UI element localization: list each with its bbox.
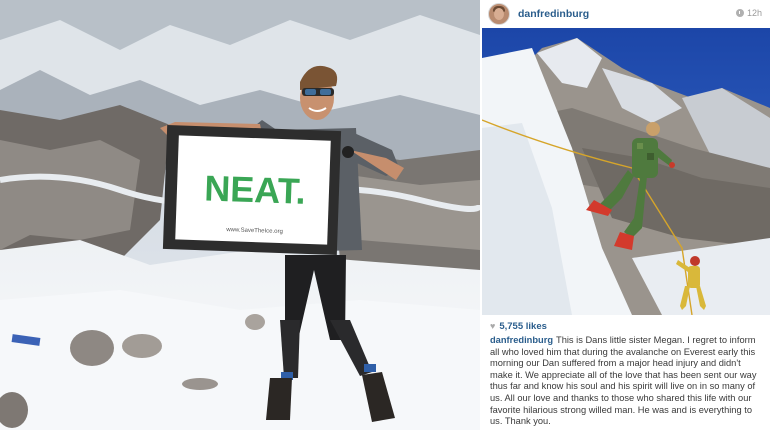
heart-icon[interactable]: ♥ (490, 321, 495, 331)
mountain-scene: NEAT. www.SaveTheIce.org (0, 0, 480, 430)
climbers-scene (482, 28, 770, 315)
caption-username[interactable]: danfredinburg (490, 335, 553, 345)
caption: danfredinburg This is Dans little sister … (490, 335, 762, 428)
flag-text: NEAT. (204, 167, 307, 212)
clock-icon (735, 9, 744, 17)
likes-count[interactable]: 5,755 likes (499, 321, 547, 332)
post-time-text: 12h (746, 8, 762, 18)
avatar[interactable] (488, 3, 510, 25)
post-header: danfredinburg 12h (482, 0, 770, 28)
caption-text: This is Dans little sister Megan. I regr… (490, 335, 757, 427)
likes-row: ♥ 5,755 likes (490, 319, 762, 333)
post-time: 12h (735, 8, 762, 18)
post-photo[interactable] (482, 28, 770, 315)
instagram-post: danfredinburg 12h ♥ 5,755 likes danfredi… (482, 0, 770, 430)
left-photo: NEAT. www.SaveTheIce.org (0, 0, 480, 430)
avatar-face (494, 8, 504, 20)
post-footer: ♥ 5,755 likes danfredinburg This is Dans … (482, 315, 770, 430)
post-username[interactable]: danfredinburg (518, 8, 589, 20)
